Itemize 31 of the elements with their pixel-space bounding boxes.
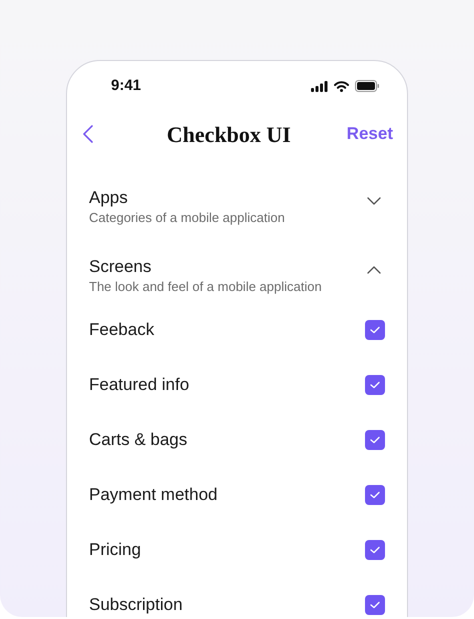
option-label: Featured info — [89, 374, 190, 394]
section-title: Apps — [89, 187, 129, 209]
checkbox[interactable] — [365, 540, 385, 560]
checkbox[interactable] — [365, 594, 385, 614]
checkmark-icon — [370, 546, 380, 554]
checkbox[interactable] — [365, 320, 385, 340]
section-title: Screens — [89, 256, 152, 278]
checkbox[interactable] — [365, 374, 385, 394]
expand-chevron-icon[interactable] — [366, 196, 382, 206]
screen-title: Checkbox UI — [166, 120, 291, 148]
option-label: Carts & bags — [89, 430, 188, 450]
section-subtitle: The look and feel of a mobile application — [89, 278, 322, 296]
status-time: 9:41 — [111, 76, 142, 96]
option-label: Feeback — [89, 320, 154, 340]
collapse-chevron-icon[interactable] — [366, 265, 382, 275]
option-label: Pricing — [89, 540, 141, 560]
checkmark-icon — [370, 326, 380, 334]
battery-icon — [355, 80, 379, 92]
option-label: Payment method — [89, 484, 218, 504]
reset-button[interactable]: Reset — [346, 121, 393, 147]
option-label: Subscription — [89, 594, 183, 614]
wifi-icon — [334, 80, 349, 92]
section-subtitle: Categories of a mobile application — [89, 209, 285, 227]
checkmark-icon — [370, 436, 380, 444]
checkmark-icon — [370, 600, 380, 608]
back-button[interactable] — [81, 124, 95, 144]
checkmark-icon — [370, 490, 380, 498]
checkbox[interactable] — [365, 484, 385, 504]
checkmark-icon — [370, 380, 380, 388]
signal-icon — [311, 80, 328, 92]
checkbox[interactable] — [365, 430, 385, 450]
